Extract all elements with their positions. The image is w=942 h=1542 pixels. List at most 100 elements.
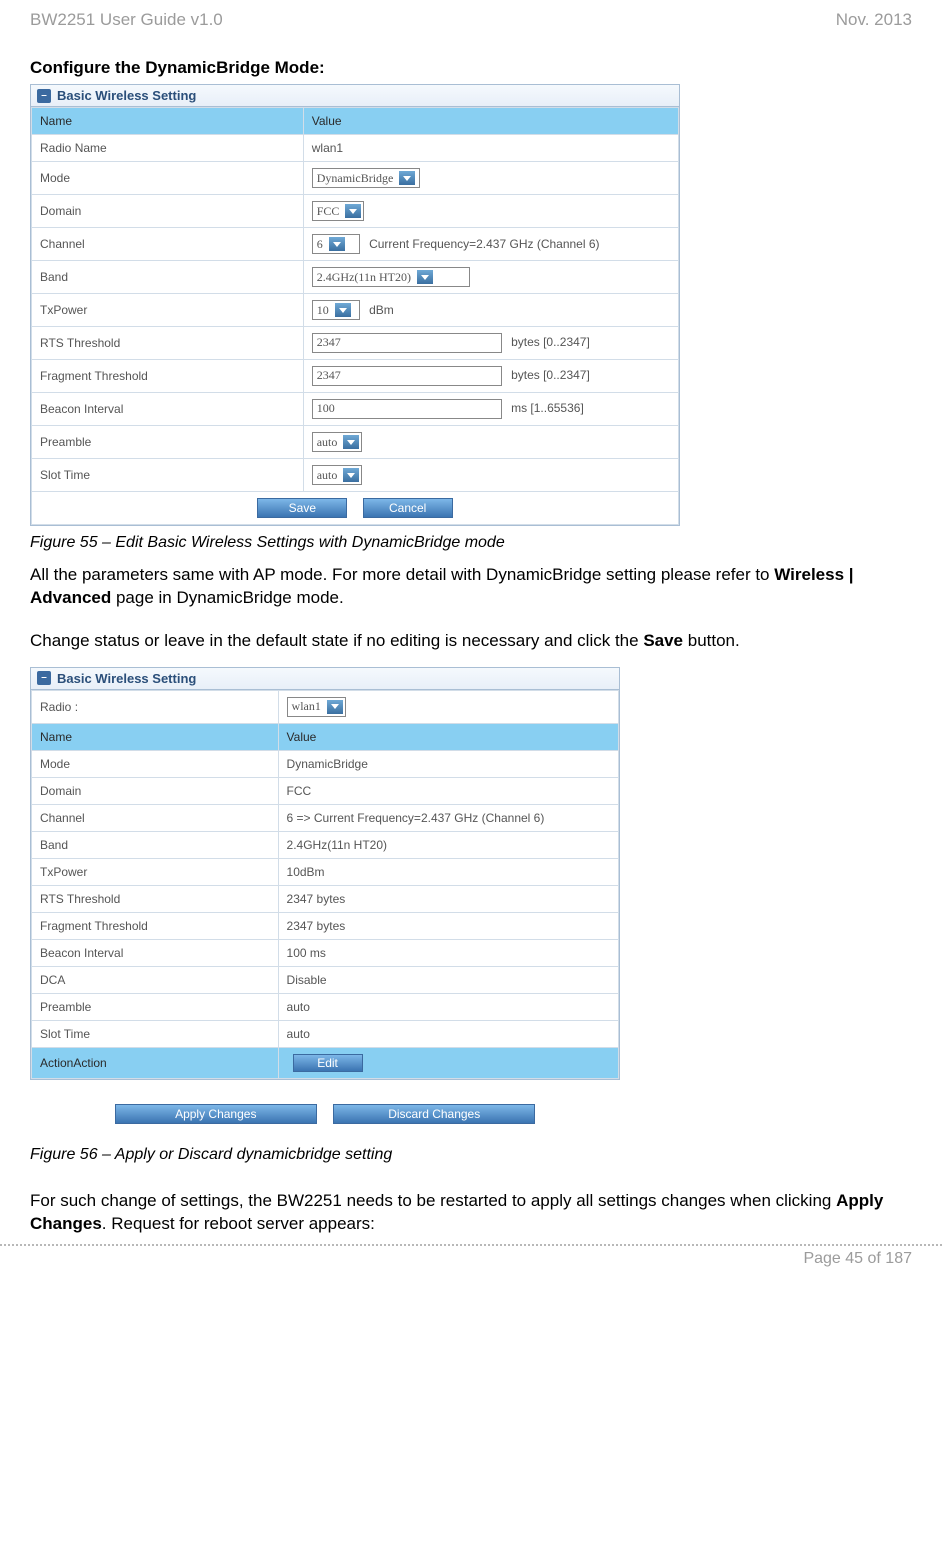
table-row: ModeDynamicBridge: [32, 750, 619, 777]
slottime-select[interactable]: auto: [312, 465, 363, 485]
panel-icon: –: [37, 89, 51, 103]
col-value: Value: [303, 108, 678, 135]
row-value: 2347 bytes: [278, 912, 618, 939]
preamble-select[interactable]: auto: [312, 432, 363, 452]
chevron-down-icon: [327, 700, 343, 714]
row-label: Radio :: [32, 690, 279, 723]
row-value: auto: [278, 993, 618, 1020]
row-label: TxPower: [32, 294, 304, 327]
beacon-range: ms [1..65536]: [511, 401, 584, 415]
row-value: 10dBm: [278, 858, 618, 885]
row-label: Mode: [32, 162, 304, 195]
table-row: Slot Timeauto: [32, 1020, 619, 1047]
apply-changes-button[interactable]: Apply Changes: [115, 1104, 317, 1124]
table-row: Beacon Interval 100 ms [1..65536]: [32, 393, 679, 426]
row-value: 2347 bytes: [278, 885, 618, 912]
row-label: Preamble: [32, 993, 279, 1020]
save-button[interactable]: Save: [257, 498, 347, 518]
row-label: Domain: [32, 777, 279, 804]
chevron-down-icon: [345, 204, 361, 218]
table-row: Domain FCC: [32, 195, 679, 228]
discard-changes-button[interactable]: Discard Changes: [333, 1104, 535, 1124]
table-row: Fragment Threshold2347 bytes: [32, 912, 619, 939]
table-row: Fragment Threshold 2347 bytes [0..2347]: [32, 360, 679, 393]
row-label: Beacon Interval: [32, 939, 279, 966]
row-label: Slot Time: [32, 459, 304, 492]
row-label: ActionAction: [32, 1047, 279, 1078]
row-label: TxPower: [32, 858, 279, 885]
domain-select[interactable]: FCC: [312, 201, 365, 221]
row-label: Radio Name: [32, 135, 304, 162]
button-row: Save Cancel: [32, 492, 679, 525]
rts-input[interactable]: 2347: [312, 333, 502, 353]
row-label: Domain: [32, 195, 304, 228]
paragraph: For such change of settings, the BW2251 …: [30, 1190, 912, 1236]
row-value: auto: [278, 1020, 618, 1047]
band-select[interactable]: 2.4GHz(11n HT20): [312, 267, 470, 287]
row-label: Band: [32, 831, 279, 858]
row-label: Mode: [32, 750, 279, 777]
chevron-down-icon: [329, 237, 345, 251]
beacon-input[interactable]: 100: [312, 399, 502, 419]
row-value: DynamicBridge: [278, 750, 618, 777]
chevron-down-icon: [343, 468, 359, 482]
table-row: Band 2.4GHz(11n HT20): [32, 261, 679, 294]
table-row: Channel 6 Current Frequency=2.437 GHz (C…: [32, 228, 679, 261]
figure-caption-56: Figure 56 – Apply or Discard dynamicbrid…: [30, 1146, 912, 1164]
txpower-unit: dBm: [369, 303, 394, 317]
table-row: Beacon Interval100 ms: [32, 939, 619, 966]
row-label: Channel: [32, 804, 279, 831]
fragment-range: bytes [0..2347]: [511, 368, 590, 382]
table-row: Channel6 => Current Frequency=2.437 GHz …: [32, 804, 619, 831]
table-row: RTS Threshold2347 bytes: [32, 885, 619, 912]
channel-select[interactable]: 6: [312, 234, 360, 254]
section-heading: Configure the DynamicBridge Mode:: [30, 58, 912, 78]
row-value: FCC: [278, 777, 618, 804]
row-value: 6 => Current Frequency=2.437 GHz (Channe…: [278, 804, 618, 831]
row-label: Fragment Threshold: [32, 360, 304, 393]
row-label: Preamble: [32, 426, 304, 459]
panel-title-text: Basic Wireless Setting: [57, 88, 196, 103]
row-value: Disable: [278, 966, 618, 993]
action-row: ActionAction Edit: [32, 1047, 619, 1078]
row-value: 100 ms: [278, 939, 618, 966]
table-row: Radio : wlan1: [32, 690, 619, 723]
paragraph: All the parameters same with AP mode. Fo…: [30, 564, 912, 610]
chevron-down-icon: [417, 270, 433, 284]
chevron-down-icon: [343, 435, 359, 449]
cancel-button[interactable]: Cancel: [363, 498, 453, 518]
table-row: TxPower10dBm: [32, 858, 619, 885]
table-row: Band2.4GHz(11n HT20): [32, 831, 619, 858]
table-row: DomainFCC: [32, 777, 619, 804]
col-name: Name: [32, 108, 304, 135]
chevron-down-icon: [399, 171, 415, 185]
col-value: Value: [278, 723, 618, 750]
doc-title: BW2251 User Guide v1.0: [30, 10, 223, 30]
table-row: Radio Name wlan1: [32, 135, 679, 162]
row-label: Fragment Threshold: [32, 912, 279, 939]
row-label: Beacon Interval: [32, 393, 304, 426]
figure-caption-55: Figure 55 – Edit Basic Wireless Settings…: [30, 534, 912, 552]
radio-select[interactable]: wlan1: [287, 697, 346, 717]
row-value: 2.4GHz(11n HT20): [278, 831, 618, 858]
table-row: Mode DynamicBridge: [32, 162, 679, 195]
fragment-input[interactable]: 2347: [312, 366, 502, 386]
table-row: DCADisable: [32, 966, 619, 993]
paragraph: Change status or leave in the default st…: [30, 630, 912, 653]
row-label: Channel: [32, 228, 304, 261]
panel-basic-wireless-1: – Basic Wireless Setting Name Value Radi…: [30, 84, 680, 526]
divider: [0, 1244, 942, 1246]
row-label: RTS Threshold: [32, 885, 279, 912]
table-row: Preambleauto: [32, 993, 619, 1020]
txpower-select[interactable]: 10: [312, 300, 360, 320]
panel-title-text: Basic Wireless Setting: [57, 671, 196, 686]
doc-date: Nov. 2013: [836, 10, 912, 30]
page-number: Page 45 of 187: [0, 1250, 942, 1282]
rts-range: bytes [0..2347]: [511, 335, 590, 349]
edit-button[interactable]: Edit: [293, 1054, 363, 1072]
row-label: Band: [32, 261, 304, 294]
table-row: RTS Threshold 2347 bytes [0..2347]: [32, 327, 679, 360]
mode-select[interactable]: DynamicBridge: [312, 168, 420, 188]
channel-info: Current Frequency=2.437 GHz (Channel 6): [369, 237, 599, 251]
chevron-down-icon: [335, 303, 351, 317]
